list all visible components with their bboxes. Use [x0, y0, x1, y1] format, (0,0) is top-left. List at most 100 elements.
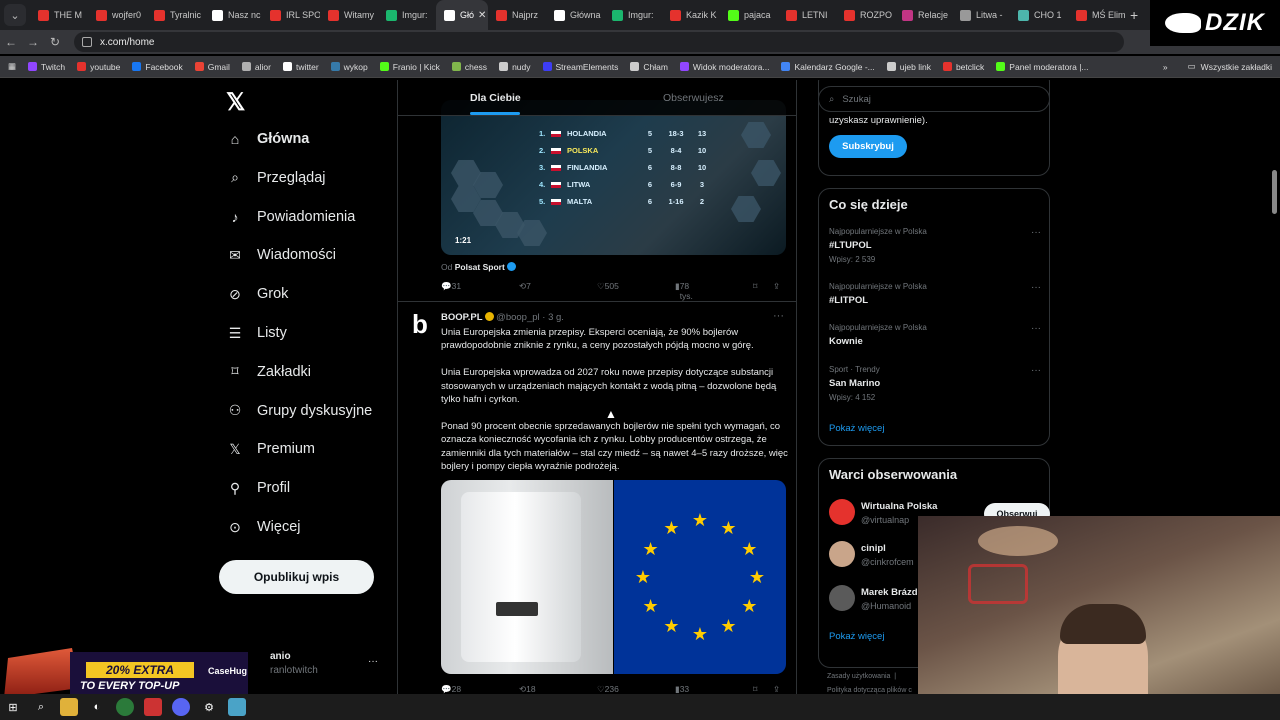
reply-button[interactable]: 💬 28 — [441, 684, 461, 694]
bookmark-item[interactable]: Panel moderatora |... — [996, 62, 1089, 72]
bookmark-item[interactable]: chess — [451, 62, 487, 72]
share-icon[interactable]: ⇪ — [773, 281, 780, 292]
more-icon[interactable]: ··· — [1031, 365, 1041, 376]
show-more-trends-link[interactable]: Pokaż więcej — [829, 423, 884, 434]
browser-tab[interactable]: Główna — [546, 0, 604, 30]
browser-tab[interactable]: Kazik K — [662, 0, 720, 30]
post-handle[interactable]: @boop_pl — [496, 312, 539, 323]
post-button[interactable]: Opublikuj wpis — [219, 560, 374, 594]
nav-item[interactable]: ⚇ Grupy dyskusyjne — [226, 399, 373, 423]
bookmark-item[interactable]: youtube — [77, 62, 120, 72]
like-button[interactable]: ♡ 505 — [597, 281, 619, 292]
avatar[interactable] — [829, 541, 855, 567]
more-icon[interactable]: ··· — [1031, 323, 1041, 334]
tab-for-you[interactable]: Dla Ciebie — [470, 92, 521, 104]
post-time[interactable]: · 3 g. — [542, 312, 564, 323]
browser-tab[interactable]: wojfer0 — [88, 0, 146, 30]
nav-item[interactable]: ⊙ Więcej — [226, 515, 300, 539]
bookmark-icon[interactable]: ⌑ — [753, 281, 757, 292]
bookmark-item[interactable]: betclick — [942, 62, 984, 72]
x-logo-icon[interactable]: 𝕏 — [226, 88, 245, 117]
browser-tab[interactable]: IRL SPO — [262, 0, 320, 30]
eu-flag-image[interactable]: ★ ★ ★ ★ ★ ★ ★ ★ ★ ★ ★ ★ — [613, 480, 786, 674]
trend-item[interactable]: Najpopularniejsze w Polska #LTUPOL Wpisy: … — [829, 227, 1041, 264]
source-name[interactable]: Polsat Sport — [455, 262, 505, 272]
bookmark-item[interactable]: wykop — [330, 62, 368, 72]
app-icon[interactable]: ◐ — [88, 698, 106, 716]
show-more-follow-link[interactable]: Pokaż więcej — [829, 631, 884, 642]
nav-item[interactable]: ⌑ Zakładki — [226, 360, 311, 384]
nav-item[interactable]: ♪ Powiadomienia — [226, 205, 356, 229]
boiler-image[interactable] — [441, 480, 613, 674]
bookmark-item[interactable]: twitter — [282, 62, 319, 72]
browser-tab[interactable]: Imgur: — [378, 0, 436, 30]
bookmark-item[interactable]: alior — [241, 62, 271, 72]
bookmark-item[interactable]: Franio | Kick — [379, 62, 440, 72]
file-explorer-icon[interactable] — [60, 698, 78, 716]
nav-item[interactable]: ✉ Wiadomości — [226, 243, 336, 267]
bookmark-item[interactable]: Gmail — [194, 62, 230, 72]
avatar[interactable] — [829, 499, 855, 525]
subscribe-button[interactable]: Subskrybuj — [829, 135, 907, 158]
footer-terms-link[interactable]: Zasady użytkowania — [827, 673, 890, 680]
browser-tab[interactable]: Tyralnic — [146, 0, 204, 30]
reply-button[interactable]: 💬 31 — [441, 281, 461, 292]
reload-icon[interactable]: ↻ — [44, 35, 66, 49]
chrome-icon[interactable] — [116, 698, 134, 716]
bookmark-item[interactable]: StreamElements — [542, 62, 618, 72]
browser-tab[interactable]: THE M — [30, 0, 88, 30]
browser-tab[interactable]: Nasz nc — [204, 0, 262, 30]
bookmark-item[interactable]: Facebook — [132, 62, 183, 72]
browser-tab[interactable]: Relacje — [894, 0, 952, 30]
browser-tab[interactable]: Witamy — [320, 0, 378, 30]
browser-tab[interactable]: Głó ✕ — [436, 0, 488, 30]
all-bookmarks-button[interactable]: » ▭ Wszystkie zakładki — [1163, 61, 1272, 72]
tab-following[interactable]: Obserwujesz — [663, 92, 724, 104]
nav-item[interactable]: ⚲ Profil — [226, 476, 290, 500]
avatar[interactable] — [829, 585, 855, 611]
browser-tab[interactable]: Imgur: — [604, 0, 662, 30]
views-button[interactable]: ▮ 78 tys. — [675, 281, 693, 301]
trend-item[interactable]: Sport · Trendy San Marino Wpisy: 4 152 ··· — [829, 365, 1041, 402]
settings-icon[interactable]: ⚙ — [200, 698, 218, 716]
post-more-icon[interactable]: ··· — [773, 310, 784, 322]
browser-tab[interactable]: CHO 1 — [1010, 0, 1068, 30]
trend-item[interactable]: Najpopularniejsze w Polska #LITPOL ··· — [829, 282, 1041, 306]
url-input[interactable]: x.com/home — [74, 32, 1124, 52]
scrollbar-thumb[interactable] — [1272, 170, 1277, 214]
bookmark-item[interactable]: ujeb link — [886, 62, 931, 72]
nav-item[interactable]: 𝕏 Premium — [226, 437, 315, 461]
more-icon[interactable]: ··· — [1031, 227, 1041, 238]
start-icon[interactable]: ⊞ — [4, 698, 22, 716]
bookmark-item[interactable]: Chłam — [630, 62, 668, 72]
boop-avatar[interactable]: b — [412, 311, 434, 337]
nav-item[interactable]: ⌕ Przeglądaj — [226, 166, 325, 190]
nav-item[interactable]: ⊘ Grok — [226, 282, 288, 306]
bookmark-item[interactable]: Kalendarz Google -... — [781, 62, 875, 72]
views-button[interactable]: ▮ 33 tys. — [675, 684, 689, 694]
new-tab-icon[interactable]: + — [1130, 7, 1138, 23]
repost-button[interactable]: ⟲ 7 — [519, 281, 531, 292]
browser-tab[interactable]: LETNI — [778, 0, 836, 30]
obs-icon[interactable] — [144, 698, 162, 716]
back-icon[interactable]: ← — [0, 35, 22, 49]
browser-tab[interactable]: pajaca — [720, 0, 778, 30]
site-info-icon[interactable] — [82, 37, 92, 47]
trend-item[interactable]: Najpopularniejsze w Polska Kownie ··· — [829, 323, 1041, 347]
like-button[interactable]: ♡ 236 — [597, 684, 619, 694]
footer-cookies-link[interactable]: Polityka dotycząca plików c — [827, 687, 912, 694]
post-author[interactable]: BOOP.PL — [441, 312, 483, 323]
bookmark-item[interactable]: Widok moderatora... — [679, 62, 769, 72]
more-icon[interactable]: ··· — [1031, 282, 1041, 293]
chevron-right-icon[interactable]: » — [1163, 62, 1168, 72]
nav-item[interactable]: ⌂ Główna — [226, 127, 310, 151]
tab-close-icon[interactable]: ✕ — [478, 10, 486, 21]
browser-tab[interactable]: Najprz — [488, 0, 546, 30]
bookmark-item[interactable]: Twitch — [28, 62, 65, 72]
share-icon[interactable]: ⇪ — [773, 684, 780, 694]
search-input[interactable]: ⌕ Szukaj — [818, 86, 1050, 112]
nav-item[interactable]: ☰ Listy — [226, 321, 287, 345]
video-player[interactable]: 1. HOLANDIA 5 18-3 13 2. POLSKA 5 8-4 10 3. FINLAND… — [441, 100, 786, 255]
tab-search-button[interactable]: ⌄ — [4, 4, 26, 26]
apps-icon[interactable]: ▦ — [8, 61, 16, 72]
